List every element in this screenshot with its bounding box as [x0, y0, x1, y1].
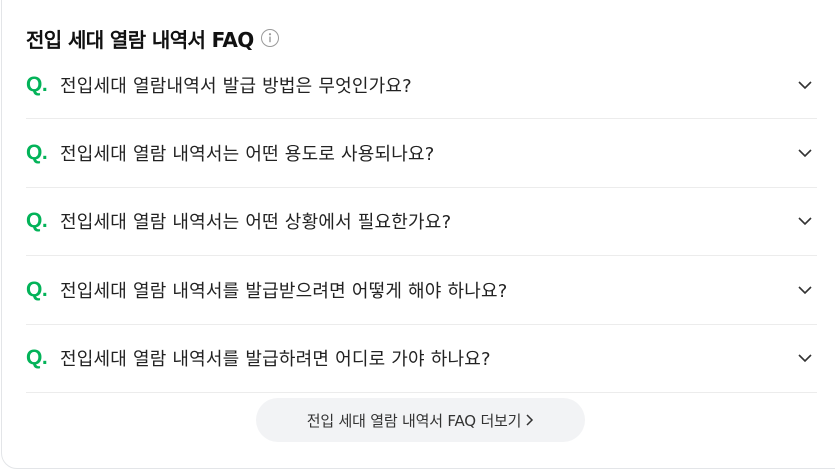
faq-item[interactable]: Q. 전입세대 열람 내역서를 발급하려면 어디로 가야 하나요?	[26, 325, 817, 393]
faq-item[interactable]: Q. 전입세대 열람 내역서를 발급받으려면 어떻게 해야 하나요?	[26, 256, 817, 325]
faq-more-label: 전입 세대 열람 내역서 FAQ 더보기	[306, 411, 522, 430]
chevron-down-icon[interactable]	[797, 79, 813, 91]
faq-question: 전입세대 열람내역서 발급 방법은 무엇인가요?	[60, 76, 412, 97]
chevron-down-icon[interactable]	[797, 147, 813, 159]
q-mark: Q.	[26, 277, 48, 301]
faq-item[interactable]: Q. 전입세대 열람 내역서는 어떤 용도로 사용되나요?	[26, 119, 817, 188]
q-mark: Q.	[26, 140, 48, 164]
faq-title: 전입 세대 열람 내역서 FAQ	[26, 27, 254, 52]
chevron-down-icon[interactable]	[797, 352, 813, 364]
faq-more-button[interactable]: 전입 세대 열람 내역서 FAQ 더보기	[256, 398, 585, 442]
info-icon[interactable]	[260, 29, 279, 47]
q-mark: Q.	[26, 346, 48, 370]
faq-list: Q. 전입세대 열람내역서 발급 방법은 무엇인가요? Q. 전입세대 열람 내…	[26, 52, 817, 393]
faq-question: 전입세대 열람 내역서는 어떤 용도로 사용되나요?	[60, 143, 435, 165]
chevron-right-icon	[526, 414, 534, 426]
faq-item[interactable]: Q. 전입세대 열람 내역서는 어떤 상황에서 필요한가요?	[26, 188, 817, 256]
chevron-down-icon[interactable]	[797, 215, 813, 227]
faq-item[interactable]: Q. 전입세대 열람내역서 발급 방법은 무엇인가요?	[26, 52, 817, 119]
faq-question: 전입세대 열람 내역서를 발급받으려면 어떻게 해야 하나요?	[60, 280, 508, 302]
faq-question: 전입세대 열람 내역서는 어떤 상황에서 필요한가요?	[60, 212, 452, 234]
chevron-down-icon[interactable]	[797, 284, 813, 296]
q-mark: Q.	[26, 73, 48, 96]
faq-question: 전입세대 열람 내역서를 발급하려면 어디로 가야 하나요?	[60, 349, 491, 371]
faq-header: 전입 세대 열람 내역서 FAQ	[26, 24, 279, 52]
q-mark: Q.	[26, 209, 48, 233]
